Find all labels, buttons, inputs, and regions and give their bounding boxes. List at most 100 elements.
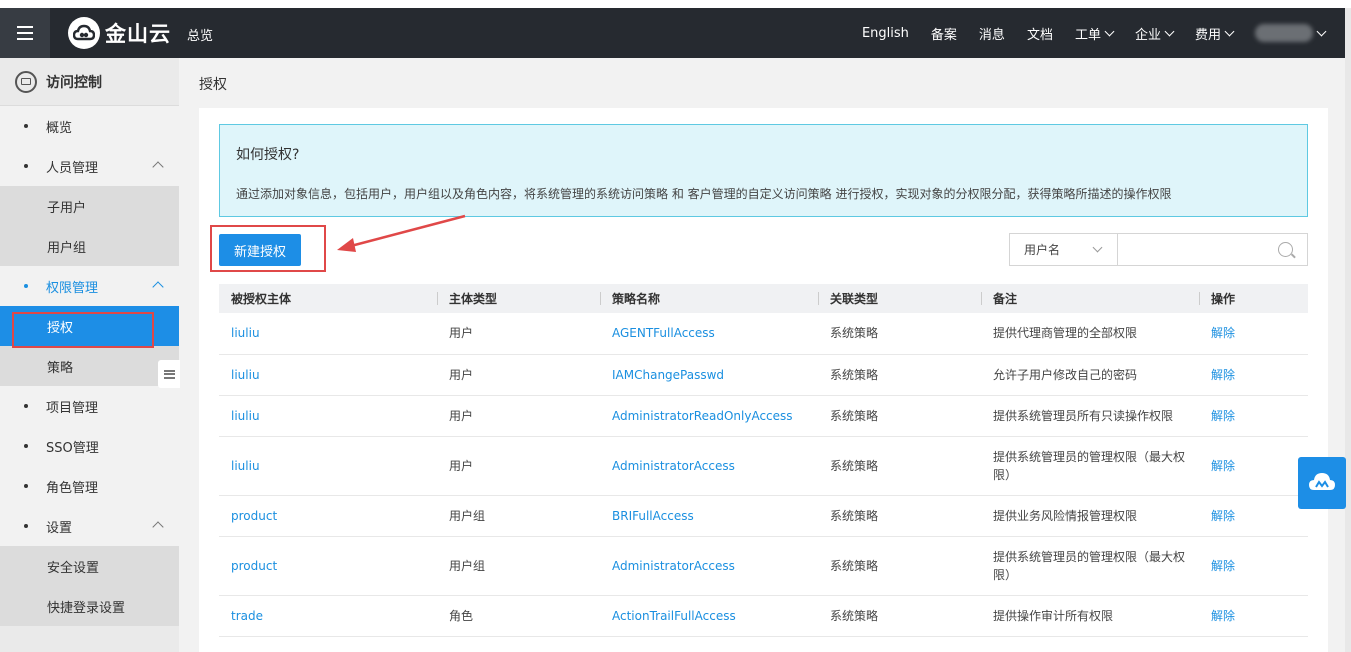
- column-header[interactable]: 被授权主体: [219, 284, 437, 313]
- column-header[interactable]: 策略名称: [600, 284, 818, 313]
- filter-field-select[interactable]: 用户名: [1010, 234, 1118, 265]
- nav-enterprise[interactable]: 企业: [1134, 24, 1175, 43]
- chevron-down-icon: [1092, 242, 1103, 253]
- nav-label: 工单: [1074, 27, 1101, 43]
- revoke-button[interactable]: 解除: [1199, 395, 1308, 437]
- sidebar-item-label: 概览: [46, 120, 73, 136]
- table-header-row: 被授权主体 主体类型 策略名称 关联类型 备注 操作: [219, 284, 1308, 313]
- subject-link[interactable]: liuliu: [219, 436, 437, 496]
- sidebar-item-settings[interactable]: 设置: [0, 506, 179, 546]
- subject-link[interactable]: liuliu: [219, 354, 437, 396]
- revoke-button[interactable]: 解除: [1199, 495, 1308, 537]
- menu-toggle-button[interactable]: [0, 8, 50, 58]
- sidebar-subitem-security[interactable]: 安全设置: [0, 546, 179, 586]
- subject-type: 用户组: [437, 495, 600, 537]
- cloud-support-icon: [1309, 473, 1335, 490]
- note: 提供代理商管理的全部权限: [981, 313, 1199, 355]
- sidebar-title: 访问控制: [46, 74, 102, 91]
- note: 允许子用户修改自己的密码: [981, 354, 1199, 396]
- nav-english[interactable]: English: [862, 26, 909, 41]
- chevron-down-icon: [1104, 26, 1115, 36]
- revoke-button[interactable]: 解除: [1199, 313, 1308, 355]
- subject-link[interactable]: product: [219, 495, 437, 537]
- sidebar-header: 访问控制: [0, 58, 179, 106]
- chevron-down-icon: [1164, 26, 1175, 36]
- sidebar-subitem-subusers[interactable]: 子用户: [0, 186, 179, 226]
- sidebar-collapse-button[interactable]: [158, 360, 180, 388]
- sidebar-item-overview[interactable]: 概览: [0, 106, 179, 146]
- sidebar-item-sso[interactable]: SSO管理: [0, 426, 179, 466]
- policy-link[interactable]: AGENTFullAccess: [600, 313, 818, 355]
- nav-label: English: [861, 25, 909, 41]
- sidebar-item-label: 人员管理: [46, 160, 99, 176]
- chevron-up-icon: [152, 281, 164, 293]
- column-header[interactable]: 关联类型: [818, 284, 981, 313]
- hamburger-icon: [17, 24, 33, 42]
- user-menu[interactable]: [1255, 24, 1327, 42]
- policy-link[interactable]: BRIFullAccess: [600, 495, 818, 537]
- avatar: [1255, 24, 1313, 42]
- brand-logo[interactable]: 金山云: [68, 17, 171, 49]
- nav-beian[interactable]: 备案: [931, 24, 957, 43]
- relation-type: 系统策略: [818, 313, 981, 355]
- bullet-icon: [24, 484, 28, 488]
- relation-type: 系统策略: [818, 536, 981, 596]
- sidebar-item-people[interactable]: 人员管理: [0, 146, 179, 186]
- sidebar-item-label: 设置: [46, 520, 73, 536]
- policy-link[interactable]: AdministratorAccess: [600, 536, 818, 596]
- policy-link[interactable]: ActionTrailFullAccess: [600, 595, 818, 637]
- sidebar-subitem-quick-login[interactable]: 快捷登录设置: [0, 586, 179, 626]
- nav-messages[interactable]: 消息: [979, 24, 1005, 43]
- subject-link[interactable]: trade: [219, 595, 437, 637]
- sidebar-item-label: SSO管理: [46, 440, 99, 456]
- table-row: liuliu 用户 AdministratorAccess 系统策略 提供系统管…: [219, 436, 1308, 496]
- subject-link[interactable]: product: [219, 536, 437, 596]
- subject-link[interactable]: liuliu: [219, 313, 437, 355]
- table-row: product 用户组 BRIFullAccess 系统策略 提供业务风险情报管…: [219, 495, 1308, 537]
- revoke-button[interactable]: 解除: [1199, 536, 1308, 596]
- cloud-logo-icon: [68, 17, 100, 49]
- nav-label: 企业: [1134, 27, 1161, 43]
- revoke-button[interactable]: 解除: [1199, 354, 1308, 396]
- subject-type: 用户: [437, 436, 600, 496]
- bullet-icon: [24, 524, 28, 528]
- subject-type: 用户: [437, 354, 600, 396]
- sidebar-subitem-usergroups[interactable]: 用户组: [0, 226, 179, 266]
- info-text: 通过添加对象信息，包括用户，用户组以及角色内容，将系统管理的系统访问策略 和 客…: [236, 187, 1172, 201]
- search-input-wrap: [1118, 234, 1307, 265]
- sidebar-item-permissions[interactable]: 权限管理: [0, 266, 179, 306]
- column-header[interactable]: 操作: [1199, 284, 1308, 313]
- nav-label: 文档: [1026, 27, 1053, 43]
- table-row: trade 角色 ActionTrailFullAccess 系统策略 提供操作…: [219, 595, 1308, 637]
- search-icon[interactable]: [1278, 242, 1293, 257]
- relation-type: 系统策略: [818, 595, 981, 637]
- sidebar-item-label: 权限管理: [46, 280, 99, 296]
- scrollbar[interactable]: [1345, 8, 1351, 652]
- sidebar-item-projects[interactable]: 项目管理: [0, 386, 179, 426]
- overview-link[interactable]: 总览: [187, 25, 213, 44]
- sidebar-subitem-policies[interactable]: 策略: [0, 346, 179, 386]
- subject-link[interactable]: liuliu: [219, 395, 437, 437]
- column-header[interactable]: 主体类型: [437, 284, 600, 313]
- support-float-button[interactable]: [1298, 457, 1346, 509]
- policy-link[interactable]: AdministratorAccess: [600, 436, 818, 496]
- bullet-icon: [24, 284, 28, 288]
- policy-link[interactable]: IAMChangePasswd: [600, 354, 818, 396]
- nav-docs[interactable]: 文档: [1027, 24, 1053, 43]
- column-header[interactable]: 备注: [981, 284, 1199, 313]
- table-row: product 用户组 AdministratorAccess 系统策略 提供系…: [219, 536, 1308, 596]
- revoke-button[interactable]: 解除: [1199, 436, 1308, 496]
- revoke-button[interactable]: 解除: [1199, 595, 1308, 637]
- info-title: 如何授权?: [236, 147, 300, 163]
- nav-billing[interactable]: 费用: [1195, 24, 1235, 43]
- authorization-table: 被授权主体 主体类型 策略名称 关联类型 备注 操作 liuliu 用户 AGE…: [219, 284, 1308, 637]
- annotation-arrow-icon: [337, 214, 466, 252]
- search-filter: 用户名: [1009, 233, 1308, 266]
- highlight-box: [210, 225, 326, 272]
- sidebar-item-roles[interactable]: 角色管理: [0, 466, 179, 506]
- policy-link[interactable]: AdministratorReadOnlyAccess: [600, 395, 818, 437]
- brand-name: 金山云: [105, 22, 171, 46]
- filter-select-label: 用户名: [1024, 243, 1061, 257]
- nav-tickets[interactable]: 工单: [1074, 24, 1115, 43]
- subject-type: 角色: [437, 595, 600, 637]
